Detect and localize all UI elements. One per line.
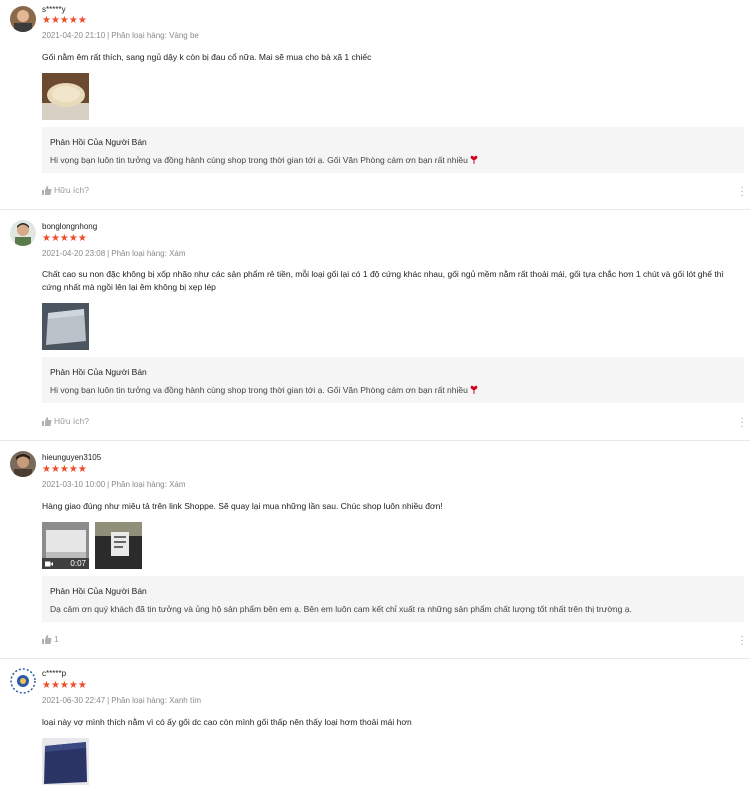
meta-separator: | (107, 249, 110, 258)
review-datetime: 2021-03-10 10:00 (42, 480, 106, 489)
helpful-count: 1 (54, 634, 59, 644)
reviewer-username[interactable]: s*****y (42, 5, 66, 14)
review-comment: Chất cao su non đặc không bị xốp nhão nh… (42, 269, 724, 292)
seller-reply: Phản Hồi Của Người Bán Hi vọng bạn luôn … (42, 127, 744, 173)
seller-reply: Phản Hồi Của Người Bán Dạ cảm ơn quý khá… (42, 576, 744, 622)
review-datetime: 2021-04-20 23:08 (42, 249, 106, 258)
helpful-label: Hữu ích? (54, 416, 89, 426)
seller-reply-title: Phản Hồi Của Người Bán (50, 367, 147, 377)
seller-reply-body: Dạ cảm ơn quý khách đã tin tưởng và ủng … (50, 604, 632, 614)
video-duration: 0:07 (70, 559, 86, 568)
seller-reply-body: Hi vọng bạn luôn tin tưởng va đồng hành … (50, 385, 478, 395)
review-comment: loại này vợ mình thích nằm vì có ấy gối … (42, 717, 412, 727)
review-divider (0, 658, 750, 659)
review-video[interactable]: 0:07 (42, 522, 89, 569)
thumbs-up-icon (42, 416, 52, 426)
reviewer-avatar[interactable] (10, 220, 36, 246)
rating-stars: ★★★★★ (42, 233, 87, 244)
review-photo[interactable] (42, 73, 89, 120)
helpful-button[interactable]: Hữu ích? (42, 185, 89, 195)
reviewer-avatar[interactable] (10, 451, 36, 477)
review-variation: Phân loại hàng: Xanh tím (111, 696, 202, 705)
review-divider (0, 440, 750, 441)
seller-reply-body: Hi vọng bạn luôn tin tưởng va đồng hành … (50, 155, 478, 165)
review-variation: Phân loại hàng: Vàng be (111, 31, 199, 40)
more-options-icon[interactable]: · · · (740, 183, 744, 201)
review-datetime: 2021-04-20 21:10 (42, 31, 106, 40)
review-photo[interactable] (42, 303, 89, 350)
meta-separator: | (107, 480, 110, 489)
review-photo[interactable] (42, 738, 89, 785)
rating-stars: ★★★★★ (42, 464, 87, 475)
reviewer-username[interactable]: bonglongnhong (42, 222, 97, 231)
review-meta: 2021-04-20 21:10 | Phân loại hàng: Vàng be (42, 31, 199, 40)
review-datetime: 2021-06-30 22:47 (42, 696, 106, 705)
rating-stars: ★★★★★ (42, 15, 87, 26)
review-divider (0, 209, 750, 210)
meta-separator: | (107, 31, 110, 40)
review-comment: Gối nằm êm rất thích, sang ngủ dậy k còn… (42, 52, 372, 62)
review-photo[interactable] (95, 522, 142, 569)
reviewer-avatar[interactable] (10, 6, 36, 32)
helpful-button[interactable]: 1 (42, 634, 59, 644)
reviewer-username[interactable]: c*****p (42, 669, 66, 678)
more-options-icon[interactable]: · · · (740, 632, 744, 650)
more-options-icon[interactable]: · · · (740, 414, 744, 432)
reviewer-avatar[interactable] (10, 668, 36, 694)
heart-icon (470, 155, 478, 164)
video-camera-icon (45, 561, 53, 567)
helpful-label: Hữu ích? (54, 185, 89, 195)
rating-stars: ★★★★★ (42, 680, 87, 691)
heart-icon (470, 385, 478, 394)
thumbs-up-icon (42, 185, 52, 195)
review-comment: Hàng giao đúng như miêu tả trên link Sho… (42, 501, 443, 511)
review-variation: Phân loại hàng: Xám (111, 249, 186, 258)
review-meta: 2021-06-30 22:47 | Phân loại hàng: Xanh tí… (42, 696, 201, 705)
seller-reply-title: Phản Hồi Của Người Bán (50, 586, 147, 596)
meta-separator: | (107, 696, 110, 705)
seller-reply: Phản Hồi Của Người Bán Hi vọng bạn luôn … (42, 357, 744, 403)
review-variation: Phân loại hàng: Xám (111, 480, 186, 489)
seller-reply-title: Phản Hồi Của Người Bán (50, 137, 147, 147)
review-meta: 2021-03-10 10:00 | Phân loại hàng: Xám (42, 480, 186, 489)
thumbs-up-icon (42, 634, 52, 644)
reviewer-username[interactable]: hieunguyen3105 (42, 453, 101, 462)
helpful-button[interactable]: Hữu ích? (42, 416, 89, 426)
review-meta: 2021-04-20 23:08 | Phân loại hàng: Xám (42, 249, 186, 258)
